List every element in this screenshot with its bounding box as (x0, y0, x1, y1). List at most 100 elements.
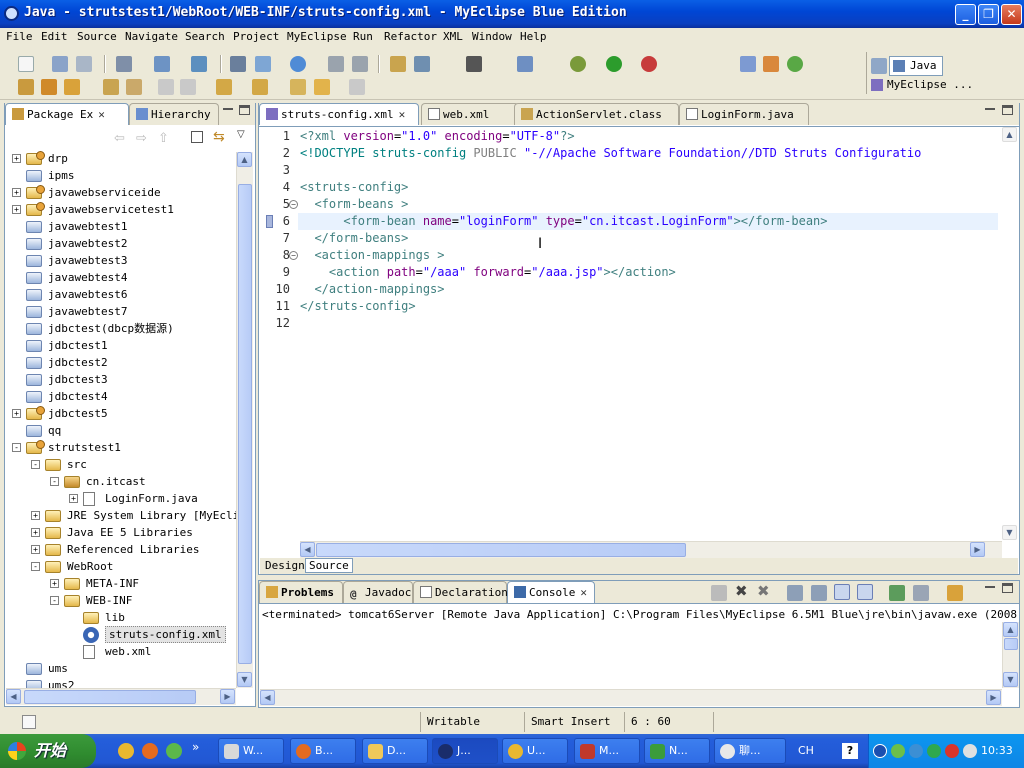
minimize-view-icon[interactable] (223, 107, 233, 110)
scroll-down-arrow-icon[interactable]: ▼ (1003, 672, 1018, 687)
run-config-icon[interactable] (517, 56, 533, 72)
tray-expand-icon[interactable] (873, 744, 887, 758)
tree-item[interactable]: javawebtest4 (6, 269, 236, 286)
menu-run[interactable]: Run (353, 30, 373, 43)
tab-hierarchy[interactable]: Hierarchy (129, 103, 219, 125)
link-with-editor-icon[interactable]: ⇆ (213, 129, 225, 145)
server-icon[interactable] (255, 56, 271, 72)
firefox-icon[interactable] (142, 743, 158, 759)
task-b[interactable]: B... (290, 738, 356, 764)
task-n[interactable]: N... (644, 738, 710, 764)
new-icon[interactable] (18, 56, 34, 72)
tree-item[interactable]: - cn.itcast (6, 473, 236, 490)
last-edit-icon[interactable] (290, 79, 306, 95)
open-task-icon[interactable] (390, 56, 406, 72)
view-menu-icon[interactable]: ▽ (237, 129, 245, 140)
collapse-icon[interactable]: - (50, 596, 59, 605)
minimize-editor-icon[interactable] (985, 107, 995, 110)
menu-edit[interactable]: Edit (41, 30, 68, 43)
deploy-icon[interactable] (230, 56, 246, 72)
open-console-icon[interactable] (947, 585, 963, 601)
collapse-icon[interactable] (158, 79, 174, 95)
tree-item[interactable]: + drp (6, 150, 236, 167)
task-icon[interactable] (103, 79, 119, 95)
tree-item[interactable]: - WebRoot (6, 558, 236, 575)
next-annotation-icon[interactable] (216, 79, 232, 95)
refresh-icon[interactable] (787, 56, 803, 72)
tab-javadoc[interactable]: @ Javadoc (343, 581, 413, 603)
up-icon[interactable]: ⇧ (158, 131, 169, 146)
minimize-view-icon[interactable] (985, 585, 995, 588)
open-type-icon[interactable] (116, 56, 132, 72)
browser-icon[interactable] (290, 56, 306, 72)
scroll-down-arrow-icon[interactable]: ▼ (237, 672, 252, 687)
mark-icon[interactable] (64, 79, 80, 95)
editor-horizontal-scrollbar[interactable]: ◀ ▶ (300, 541, 1002, 558)
tree-item[interactable]: jdbctest1 (6, 337, 236, 354)
menu-refactor[interactable]: Refactor (384, 30, 437, 43)
tree-item[interactable]: qq (6, 422, 236, 439)
tree-item[interactable]: + javawebserviceide (6, 184, 236, 201)
task-j[interactable]: J... (432, 738, 498, 764)
scroll-lock-icon[interactable] (811, 585, 827, 601)
tree-item[interactable]: + LoginForm.java (6, 490, 236, 507)
tree-item[interactable]: jdbctest4 (6, 388, 236, 405)
print-icon[interactable] (76, 56, 92, 72)
camera-icon[interactable] (466, 56, 482, 72)
tab-package-explorer[interactable]: Package Ex ✕ (5, 103, 129, 125)
maximize-editor-icon[interactable] (1002, 105, 1013, 115)
tree-item[interactable]: jdbctest2 (6, 354, 236, 371)
tree-item[interactable]: + Java EE 5 Libraries (6, 524, 236, 541)
scroll-left-arrow-icon[interactable]: ◀ (300, 542, 315, 557)
task-d[interactable]: D... (362, 738, 428, 764)
expand-icon[interactable]: + (12, 154, 21, 163)
java-perspective-button[interactable]: Java (889, 56, 943, 76)
tree-item[interactable]: ums (6, 660, 236, 677)
tray-volume-icon[interactable] (963, 744, 977, 758)
menu-window[interactable]: Window (472, 30, 512, 43)
collapse-icon[interactable]: - (12, 443, 21, 452)
close-tab-icon[interactable]: ✕ (580, 586, 587, 599)
forward-icon[interactable] (349, 79, 365, 95)
scroll-right-arrow-icon[interactable]: ▶ (970, 542, 985, 557)
scroll-up-arrow-icon[interactable]: ▲ (1003, 622, 1018, 637)
collapse-icon[interactable]: - (31, 562, 40, 571)
scroll-up-arrow-icon[interactable]: ▲ (237, 152, 252, 167)
console-horizontal-scrollbar[interactable]: ◀ ▶ (260, 689, 1002, 706)
tree-item[interactable]: javawebtest1 (6, 218, 236, 235)
tab-loginform-java[interactable]: LoginForm.java (679, 103, 809, 125)
tree-item[interactable]: jdbctest3 (6, 371, 236, 388)
maximize-button[interactable]: ❐ (978, 4, 999, 25)
tab-source[interactable]: Source (305, 558, 353, 573)
collapse-icon[interactable]: - (50, 477, 59, 486)
scroll-down-arrow-icon[interactable]: ▼ (1002, 525, 1017, 540)
menu-project[interactable]: Project (233, 30, 279, 43)
clear-console-icon[interactable] (787, 585, 803, 601)
editor-vertical-scrollbar[interactable]: ▲ ▼ (1002, 127, 1019, 542)
scroll-left-arrow-icon[interactable]: ◀ (260, 690, 275, 705)
show-stdout-icon[interactable] (834, 584, 850, 600)
console-vertical-scrollbar[interactable]: ▲ ▼ (1002, 622, 1019, 688)
collapse-all-icon[interactable] (191, 131, 203, 143)
paste-icon[interactable] (352, 56, 368, 72)
scroll-thumb[interactable] (238, 184, 252, 664)
help-icon[interactable]: ? (842, 743, 858, 759)
explorer-horizontal-scrollbar[interactable]: ◀ ▶ (6, 688, 236, 705)
expand-icon[interactable]: + (69, 494, 78, 503)
task-m[interactable]: M... (574, 738, 640, 764)
maximize-view-icon[interactable] (1002, 583, 1013, 593)
tab-problems[interactable]: Problems (259, 581, 343, 603)
scroll-thumb[interactable] (316, 543, 686, 557)
task-w[interactable]: W... (218, 738, 284, 764)
quicklaunch-icon[interactable] (118, 743, 134, 759)
run-icon[interactable] (606, 56, 622, 72)
menu-search[interactable]: Search (185, 30, 225, 43)
menu-help[interactable]: Help (520, 30, 547, 43)
tray-security-icon[interactable] (927, 744, 941, 758)
minimize-button[interactable]: _ (955, 4, 976, 25)
forward-icon[interactable]: ⇨ (136, 131, 147, 146)
task-u[interactable]: U... (502, 738, 568, 764)
debug-icon[interactable] (570, 56, 586, 72)
tree-item[interactable]: javawebtest3 (6, 252, 236, 269)
stop-server-icon[interactable] (641, 56, 657, 72)
